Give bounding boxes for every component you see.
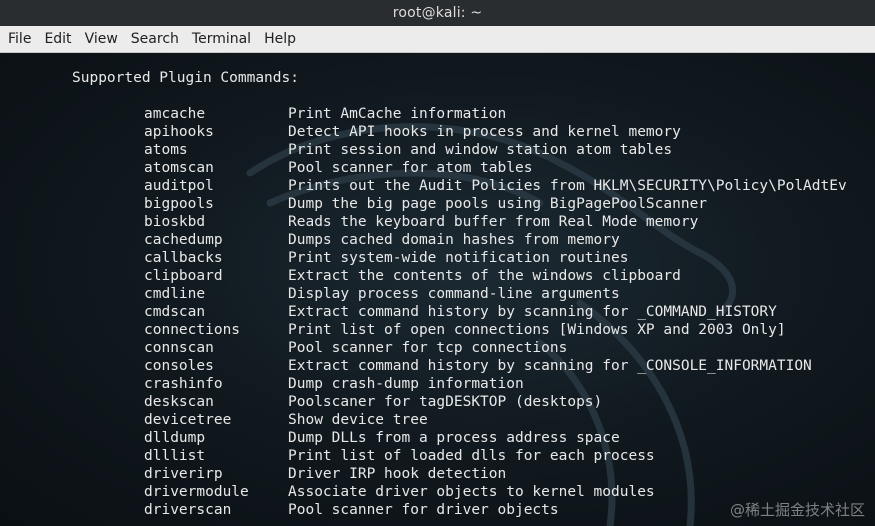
terminal-area[interactable]: Supported Plugin Commands: amcache Print …: [0, 53, 875, 526]
command-description: Print system-wide notification routines: [288, 250, 629, 266]
command-row: deskscan Poolscaner for tagDESKTOP (deskt…: [0, 393, 875, 411]
command-row: crashinfo Dump crash-dump information: [0, 375, 875, 393]
command-row: cmdline Display process command-line argu…: [0, 285, 875, 303]
command-description: Display process command-line arguments: [288, 286, 620, 302]
command-row: consoles Extract command history by scann…: [0, 357, 875, 375]
command-description: Prints out the Audit Policies from HKLM\…: [288, 178, 847, 194]
command-description: Dump DLLs from a process address space: [288, 430, 620, 446]
command-name: crashinfo: [144, 376, 223, 392]
title-bar[interactable]: root@kali: ~: [0, 0, 875, 26]
command-row: dlllist Print list of loaded dlls for eac…: [0, 447, 875, 465]
command-description: Dump crash-dump information: [288, 376, 524, 392]
command-row: bigpools Dump the big page pools using Bi…: [0, 195, 875, 213]
command-row: cachedump Dumps cached domain hashes from…: [0, 231, 875, 249]
menu-terminal[interactable]: Terminal: [186, 27, 257, 51]
command-name: atoms: [144, 142, 188, 158]
menu-view[interactable]: View: [79, 27, 124, 51]
command-description: Print list of open connections [Windows …: [288, 322, 786, 338]
command-name: amcache: [144, 106, 206, 122]
command-description: Dumps cached domain hashes from memory: [288, 232, 620, 248]
command-row: cmdscan Extract command history by scanni…: [0, 303, 875, 321]
command-description: Poolscaner for tagDESKTOP (desktops): [288, 394, 603, 410]
command-name: cachedump: [144, 232, 223, 248]
command-row: apihooks Detect API hooks in process and …: [0, 123, 875, 141]
terminal-window: root@kali: ~ File Edit View Search Termi…: [0, 0, 875, 526]
command-name: driverirp: [144, 466, 223, 482]
command-row: amcache Print AmCache information: [0, 105, 875, 123]
menu-help[interactable]: Help: [258, 27, 302, 51]
menu-bar: File Edit View Search Terminal Help: [0, 26, 875, 53]
command-name: bioskbd: [144, 214, 206, 230]
command-description: Pool scanner for atom tables: [288, 160, 533, 176]
site-watermark: @稀土掘金技术社区: [729, 501, 865, 519]
command-description: Extract command history by scanning for …: [288, 358, 812, 374]
command-name: driverscan: [144, 502, 232, 518]
plugin-command-list: amcache Print AmCache information apihook…: [0, 105, 875, 519]
command-name: connscan: [144, 340, 214, 356]
command-name: dlldump: [144, 430, 206, 446]
command-description: Print AmCache information: [288, 106, 507, 122]
menu-file[interactable]: File: [2, 27, 37, 51]
command-name: deskscan: [144, 394, 214, 410]
command-description: Dump the big page pools using BigPagePoo…: [288, 196, 708, 212]
command-description: Extract the contents of the windows clip…: [288, 268, 681, 284]
command-name: consoles: [144, 358, 214, 374]
menu-edit[interactable]: Edit: [38, 27, 77, 51]
menu-search[interactable]: Search: [125, 27, 185, 51]
command-row: connscan Pool scanner for tcp connections: [0, 339, 875, 357]
command-row: atomscan Pool scanner for atom tables: [0, 159, 875, 177]
command-row: auditpol Prints out the Audit Policies fr…: [0, 177, 875, 195]
command-name: drivermodule: [144, 484, 249, 500]
command-name: dlllist: [144, 448, 206, 464]
command-description: Reads the keyboard buffer from Real Mode…: [288, 214, 699, 230]
command-description: Driver IRP hook detection: [288, 466, 507, 482]
command-name: bigpools: [144, 196, 214, 212]
command-description: Extract command history by scanning for …: [288, 304, 777, 320]
command-description: Print list of loaded dlls for each proce…: [288, 448, 655, 464]
command-name: cmdline: [144, 286, 206, 302]
command-name: auditpol: [144, 178, 214, 194]
command-name: cmdscan: [144, 304, 206, 320]
command-name: connections: [144, 322, 241, 338]
command-description: Print session and window station atom ta…: [288, 142, 673, 158]
command-description: Pool scanner for tcp connections: [288, 340, 568, 356]
command-description: Show device tree: [288, 412, 428, 428]
command-row: bioskbd Reads the keyboard buffer from Re…: [0, 213, 875, 231]
command-row: connections Print list of open connection…: [0, 321, 875, 339]
plugin-commands-heading: Supported Plugin Commands:: [72, 70, 299, 86]
command-row: devicetree Show device tree: [0, 411, 875, 429]
command-row: callbacks Print system-wide notification …: [0, 249, 875, 267]
terminal-output: Supported Plugin Commands: amcache Print …: [0, 53, 875, 526]
command-description: Pool scanner for driver objects: [288, 502, 559, 518]
command-row: driverirp Driver IRP hook detection: [0, 465, 875, 483]
command-row: atoms Print session and window station at…: [0, 141, 875, 159]
command-description: Associate driver objects to kernel modul…: [288, 484, 655, 500]
command-name: callbacks: [144, 250, 223, 266]
command-row: dlldump Dump DLLs from a process address …: [0, 429, 875, 447]
command-name: clipboard: [144, 268, 223, 284]
command-name: devicetree: [144, 412, 232, 428]
command-description: Detect API hooks in process and kernel m…: [288, 124, 681, 140]
command-row: clipboard Extract the contents of the win…: [0, 267, 875, 285]
command-name: atomscan: [144, 160, 214, 176]
window-title: root@kali: ~: [392, 5, 483, 21]
command-name: apihooks: [144, 124, 214, 140]
